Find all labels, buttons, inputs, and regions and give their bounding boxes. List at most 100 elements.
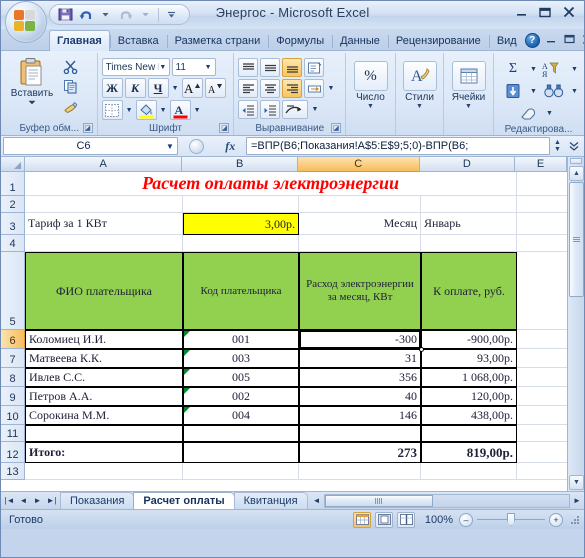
copy-button[interactable] bbox=[60, 77, 80, 95]
cell-c8-usage[interactable]: 356 bbox=[299, 368, 421, 387]
tab-view[interactable]: Вид bbox=[488, 30, 525, 51]
cell-a6-name[interactable]: Коломиец И.И. bbox=[25, 330, 183, 349]
clear-button[interactable] bbox=[514, 103, 544, 123]
workbook-restore-button[interactable] bbox=[563, 34, 576, 47]
row-header-4[interactable]: 4 bbox=[1, 235, 25, 252]
zoom-thumb[interactable] bbox=[507, 513, 515, 526]
cell-d12-total-amount[interactable]: 819,00р. bbox=[421, 442, 517, 463]
cell-c4[interactable] bbox=[299, 235, 421, 252]
row-header-2[interactable]: 2 bbox=[1, 196, 25, 213]
cell-a10-name[interactable]: Сорокина М.М. bbox=[25, 406, 183, 425]
autosum-dropdown[interactable]: ▼ bbox=[529, 60, 538, 78]
column-header-a[interactable]: A bbox=[25, 157, 183, 172]
name-box[interactable]: C6 ▼ bbox=[3, 137, 178, 155]
row-header-1[interactable]: 1 bbox=[1, 172, 25, 196]
row-header-3[interactable]: 3 bbox=[1, 213, 25, 235]
tab-data[interactable]: Данные bbox=[332, 30, 388, 51]
close-button[interactable] bbox=[560, 4, 578, 20]
underline-button[interactable]: Ч bbox=[147, 78, 169, 98]
grow-font-button[interactable]: A bbox=[181, 78, 203, 98]
horizontal-scroll-track[interactable] bbox=[323, 493, 570, 508]
cell-d5-header[interactable]: К оплате, руб. bbox=[421, 252, 517, 330]
cell-d4[interactable] bbox=[421, 235, 517, 252]
cell-a7-name[interactable]: Матвеева К.К. bbox=[25, 349, 183, 368]
zoom-track[interactable] bbox=[477, 513, 545, 526]
wrap-text-button[interactable] bbox=[282, 100, 309, 119]
cell-b11[interactable] bbox=[183, 425, 299, 442]
horizontal-scrollbar[interactable]: ◄ ► bbox=[310, 492, 584, 509]
insert-function-orb[interactable] bbox=[188, 138, 204, 154]
clipboard-dialog-launcher[interactable]: ◪ bbox=[82, 123, 93, 133]
cell-d6-amount[interactable]: -900,00р. bbox=[421, 330, 517, 349]
first-sheet-button[interactable]: |◄ bbox=[3, 493, 16, 508]
row-header-12[interactable]: 12 bbox=[1, 442, 25, 463]
split-bar-handle[interactable] bbox=[570, 158, 582, 164]
find-select-button[interactable] bbox=[539, 81, 569, 101]
cell-b13[interactable] bbox=[183, 463, 299, 480]
cell-a11[interactable] bbox=[25, 425, 183, 442]
sort-filter-dropdown[interactable]: ▼ bbox=[570, 60, 579, 78]
cell-styles-button[interactable]: A Стили ▼ bbox=[400, 61, 439, 111]
cell-b10-code[interactable]: 004 bbox=[183, 406, 299, 425]
cell-d7-amount[interactable]: 93,00р. bbox=[421, 349, 517, 368]
cell-c6-usage[interactable]: -300 bbox=[299, 330, 421, 349]
cell-c5-header[interactable]: Расход электроэнергии за месяц, КВт bbox=[299, 252, 421, 330]
cell-a5-header[interactable]: ФИО плательщика bbox=[25, 252, 183, 330]
cell-b9-code[interactable]: 002 bbox=[183, 387, 299, 406]
row-header-10[interactable]: 10 bbox=[1, 406, 25, 425]
find-dropdown[interactable]: ▼ bbox=[570, 82, 579, 100]
cell-b12[interactable] bbox=[183, 442, 299, 463]
cell-d3-month-value[interactable]: Январь bbox=[421, 213, 517, 235]
cell-c11[interactable] bbox=[299, 425, 421, 442]
tab-page-layout[interactable]: Разметка страни bbox=[166, 30, 269, 51]
scroll-down-button[interactable]: ▼ bbox=[569, 475, 584, 490]
align-top-button[interactable] bbox=[238, 58, 259, 77]
formula-bar-expand-chevron[interactable] bbox=[566, 137, 582, 155]
cell-a13[interactable] bbox=[25, 463, 183, 480]
cell-e9[interactable] bbox=[517, 387, 567, 406]
tab-home[interactable]: Главная bbox=[49, 30, 110, 51]
row-header-5[interactable]: 5 bbox=[1, 252, 25, 330]
row-header-8[interactable]: 8 bbox=[1, 368, 25, 387]
cell-d8-amount[interactable]: 1 068,00р. bbox=[421, 368, 517, 387]
formula-input[interactable]: =ВПР(B6;Показания!A$5:E$9;5;0)-ВПР(B6; bbox=[246, 137, 550, 155]
fx-icon[interactable]: fx bbox=[225, 139, 235, 154]
help-icon[interactable]: ? bbox=[524, 33, 540, 48]
workbook-minimize-button[interactable] bbox=[545, 34, 558, 47]
font-name-input[interactable]: Times New Ro ▼ bbox=[101, 58, 170, 76]
cells-button[interactable]: Ячейки ▼ bbox=[448, 61, 489, 111]
column-header-e[interactable]: E bbox=[515, 157, 567, 172]
cell-e12[interactable] bbox=[517, 442, 567, 463]
font-color-dropdown[interactable]: ▼ bbox=[193, 101, 202, 119]
cell-e13[interactable] bbox=[517, 463, 567, 480]
cell-a12-total-label[interactable]: Итого: bbox=[25, 442, 183, 463]
row-header-11[interactable]: 11 bbox=[1, 425, 25, 442]
cell-a4[interactable] bbox=[25, 235, 183, 252]
office-button[interactable] bbox=[5, 1, 47, 43]
scroll-up-button[interactable]: ▲ bbox=[569, 166, 584, 181]
last-sheet-button[interactable]: ►| bbox=[45, 493, 58, 508]
sheet-tab-raschet-oplaty[interactable]: Расчет оплаты bbox=[133, 492, 235, 509]
cell-e2[interactable] bbox=[517, 196, 567, 213]
next-sheet-button[interactable]: ► bbox=[31, 493, 44, 508]
zoom-out-button[interactable]: – bbox=[459, 512, 473, 527]
paste-button[interactable]: Вставить bbox=[6, 55, 58, 105]
fill-down-button[interactable] bbox=[498, 81, 528, 101]
borders-button[interactable] bbox=[101, 100, 123, 120]
cell-c10-usage[interactable]: 146 bbox=[299, 406, 421, 425]
cell-b8-code[interactable]: 005 bbox=[183, 368, 299, 387]
cell-a3-tariff-label[interactable]: Тариф за 1 КВт bbox=[25, 213, 183, 235]
italic-button[interactable]: К bbox=[124, 78, 146, 98]
sort-filter-button[interactable]: А Я bbox=[539, 59, 569, 79]
row-header-9[interactable]: 9 bbox=[1, 387, 25, 406]
sheet-tab-kvitanciya[interactable]: Квитанция bbox=[233, 492, 308, 509]
column-header-b[interactable]: B bbox=[182, 157, 298, 172]
align-center-button[interactable] bbox=[260, 79, 281, 98]
fill-color-button[interactable] bbox=[135, 100, 157, 120]
cell-a2[interactable] bbox=[25, 196, 183, 213]
cell-b2[interactable] bbox=[183, 196, 299, 213]
autosum-button[interactable]: Σ bbox=[498, 59, 528, 79]
clear-dropdown[interactable]: ▼ bbox=[545, 104, 554, 122]
cell-c12-total-usage[interactable]: 273 bbox=[299, 442, 421, 463]
increase-indent-button[interactable] bbox=[260, 100, 281, 119]
